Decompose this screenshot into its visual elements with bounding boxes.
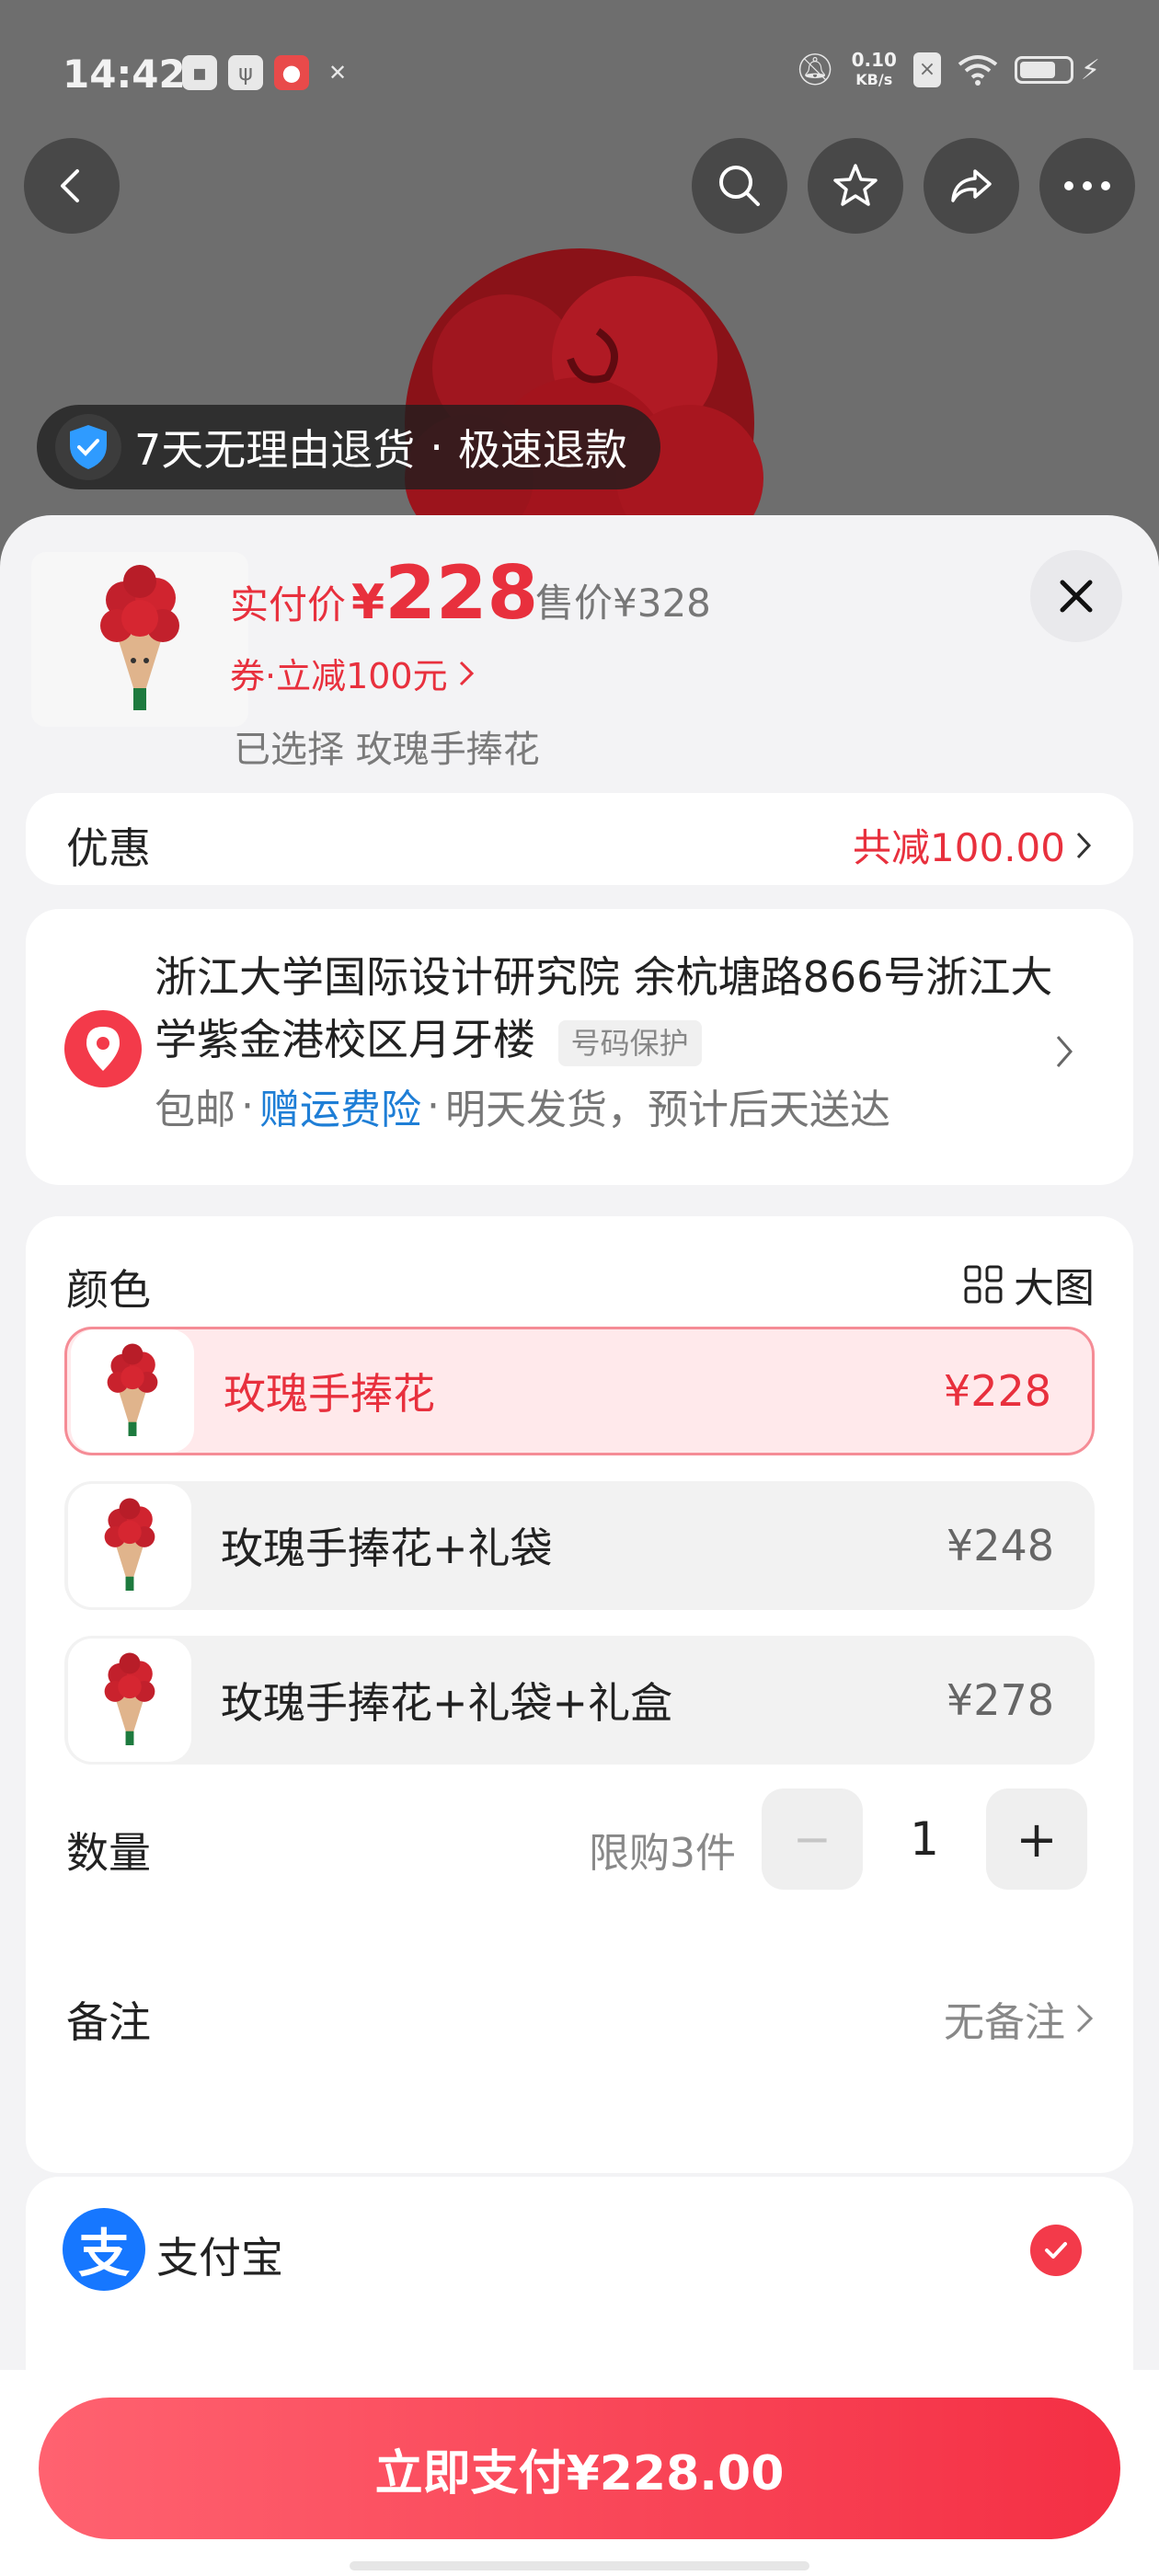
- guarantee-refund: 极速退款: [457, 425, 627, 475]
- app-icon: ●: [274, 55, 309, 90]
- shipping-info: 包邮 · 赠运费险 · 明天发货，预计后天送达: [155, 1076, 890, 1135]
- free-shipping: 包邮: [155, 1087, 235, 1133]
- order-sheet: 实付价 ¥ 228 售价¥328 券·立减100元 已选择 玫瑰手捧花 优惠 共…: [0, 515, 1159, 2576]
- color-label: 颜色: [66, 1265, 151, 1315]
- star-icon: [833, 164, 878, 206]
- discount-amount-link[interactable]: 共减100.00: [853, 817, 1093, 873]
- option-name: 玫瑰手捧花+礼袋: [221, 1524, 553, 1573]
- coupon-text: 券·立减100元: [230, 656, 448, 696]
- separator: ·: [427, 1082, 440, 1130]
- option-thumbnail: [68, 1639, 191, 1762]
- alipay-label: 支付宝: [156, 2233, 283, 2283]
- option-thumbnail: [68, 1484, 191, 1607]
- battery-icon: [1014, 56, 1073, 84]
- more-icon: [1064, 181, 1110, 190]
- back-button[interactable]: [24, 138, 120, 234]
- chevron-right-icon: [1056, 1036, 1073, 1067]
- coupon-link[interactable]: 券·立减100元: [230, 648, 476, 698]
- address-text: 浙江大学国际设计研究院 余杭塘路866号浙江大学紫金港校区月牙楼 号码保护: [155, 946, 1056, 1071]
- pay-now-button[interactable]: 立即支付¥228.00: [39, 2398, 1120, 2539]
- note-link[interactable]: 无备注: [944, 1989, 1095, 2048]
- option-thumbnail: [71, 1329, 194, 1453]
- product-thumbnail[interactable]: [31, 552, 248, 727]
- discount-amount: 共减100.00: [853, 825, 1065, 870]
- alipay-icon: 支: [63, 2208, 145, 2291]
- checkmark-icon[interactable]: [1030, 2225, 1082, 2276]
- guarantee-return: 7天无理由退货: [134, 425, 416, 475]
- rose-bouquet-image: [107, 1343, 158, 1436]
- guarantee-bar[interactable]: 7天无理由退货 · 极速退款: [37, 405, 660, 489]
- net-speed-value: 0.10: [851, 49, 897, 71]
- share-icon: [951, 169, 992, 202]
- share-button[interactable]: [924, 138, 1019, 234]
- net-speed: 0.10 KB/s: [852, 50, 897, 90]
- quantity-increase-button[interactable]: +: [986, 1788, 1087, 1890]
- guarantee-separator: ·: [430, 422, 443, 472]
- rose-bouquet-image: [104, 1498, 155, 1591]
- shield-icon: [55, 414, 121, 480]
- pay-price: 实付价 ¥ 228: [230, 550, 538, 636]
- wifi-icon: [958, 55, 998, 86]
- search-button[interactable]: [692, 138, 787, 234]
- net-speed-unit: KB/s: [855, 71, 893, 88]
- separator: ·: [241, 1082, 254, 1130]
- status-bar: 14:42 ▪ ψ ● ✕ 🔕︎ 0.10 KB/s × ⚡︎: [0, 37, 1159, 110]
- big-image-toggle[interactable]: 大图: [960, 1255, 1095, 1314]
- quantity-limit: 限购3件: [589, 1830, 736, 1877]
- note-value: 无备注: [944, 1999, 1065, 2046]
- quantity-input[interactable]: 1: [874, 1788, 975, 1890]
- rose-image: [405, 248, 763, 552]
- selected-variant: 已选择 玫瑰手捧花: [234, 729, 540, 771]
- delivery-estimate: 明天发货，预计后天送达: [445, 1087, 890, 1133]
- option-price: ¥278: [946, 1675, 1054, 1725]
- quantity-label: 数量: [66, 1828, 151, 1878]
- close-icon: [1060, 580, 1093, 613]
- option-name: 玫瑰手捧花: [224, 1369, 435, 1419]
- tools-icon: ✕: [327, 60, 348, 86]
- discount-label: 优惠: [66, 823, 151, 873]
- favorite-button[interactable]: [808, 138, 903, 234]
- message-icon: ▪: [182, 55, 217, 90]
- chevron-right-icon: [459, 661, 474, 685]
- pay-price-currency: ¥: [351, 575, 385, 630]
- original-price: 售价¥328: [535, 581, 711, 626]
- back-icon: [61, 169, 79, 202]
- home-indicator[interactable]: [350, 2561, 809, 2570]
- options-card: 颜色 大图 玫瑰手捧花 ¥228 玫瑰手捧花+礼袋 ¥248 玫瑰手捧花+礼袋+…: [26, 1216, 1133, 2173]
- option-name: 玫瑰手捧花+礼袋+礼盒: [221, 1678, 673, 1728]
- rose-bouquet-image: [100, 565, 179, 710]
- option-price: ¥228: [943, 1366, 1051, 1416]
- quantity-decrease-button[interactable]: −: [762, 1788, 863, 1890]
- usb-icon: ψ: [228, 55, 263, 90]
- close-button[interactable]: [1030, 550, 1122, 642]
- option-price: ¥248: [946, 1521, 1054, 1570]
- product-image-area: 14:42 ▪ ψ ● ✕ 🔕︎ 0.10 KB/s × ⚡︎ 7天无理由退货 …: [0, 0, 1159, 552]
- status-time: 14:42: [63, 52, 186, 97]
- big-image-label: 大图: [1014, 1265, 1095, 1312]
- chevron-right-icon: [1076, 2004, 1094, 2033]
- grid-icon: [964, 1265, 1003, 1304]
- more-button[interactable]: [1039, 138, 1135, 234]
- discount-card: 优惠 共减100.00: [26, 793, 1133, 885]
- pay-price-label: 实付价: [230, 582, 347, 627]
- address-card[interactable]: 浙江大学国际设计研究院 余杭塘路866号浙江大学紫金港校区月牙楼 号码保护 包邮…: [26, 909, 1133, 1185]
- mute-icon: 🔕︎: [795, 52, 835, 88]
- shipping-insurance-link[interactable]: 赠运费险: [259, 1076, 421, 1135]
- option-rose-bouquet[interactable]: 玫瑰手捧花 ¥228: [64, 1327, 1095, 1455]
- rose-bouquet-image: [104, 1652, 155, 1745]
- option-rose-bouquet-bag-box[interactable]: 玫瑰手捧花+礼袋+礼盒 ¥278: [64, 1636, 1095, 1765]
- pay-footer: 立即支付¥228.00: [0, 2370, 1159, 2576]
- pay-price-value: 228: [384, 550, 539, 636]
- search-icon: [719, 166, 760, 206]
- charging-icon: ⚡︎: [1080, 53, 1100, 86]
- note-label: 备注: [66, 1997, 151, 2047]
- address-arrow-button[interactable]: [1023, 1001, 1106, 1102]
- location-icon: [64, 1010, 142, 1087]
- chevron-right-icon: [1076, 832, 1092, 858]
- option-rose-bouquet-bag[interactable]: 玫瑰手捧花+礼袋 ¥248: [64, 1481, 1095, 1610]
- number-protection-tag[interactable]: 号码保护: [557, 1019, 702, 1066]
- sim-icon: ×: [912, 52, 941, 87]
